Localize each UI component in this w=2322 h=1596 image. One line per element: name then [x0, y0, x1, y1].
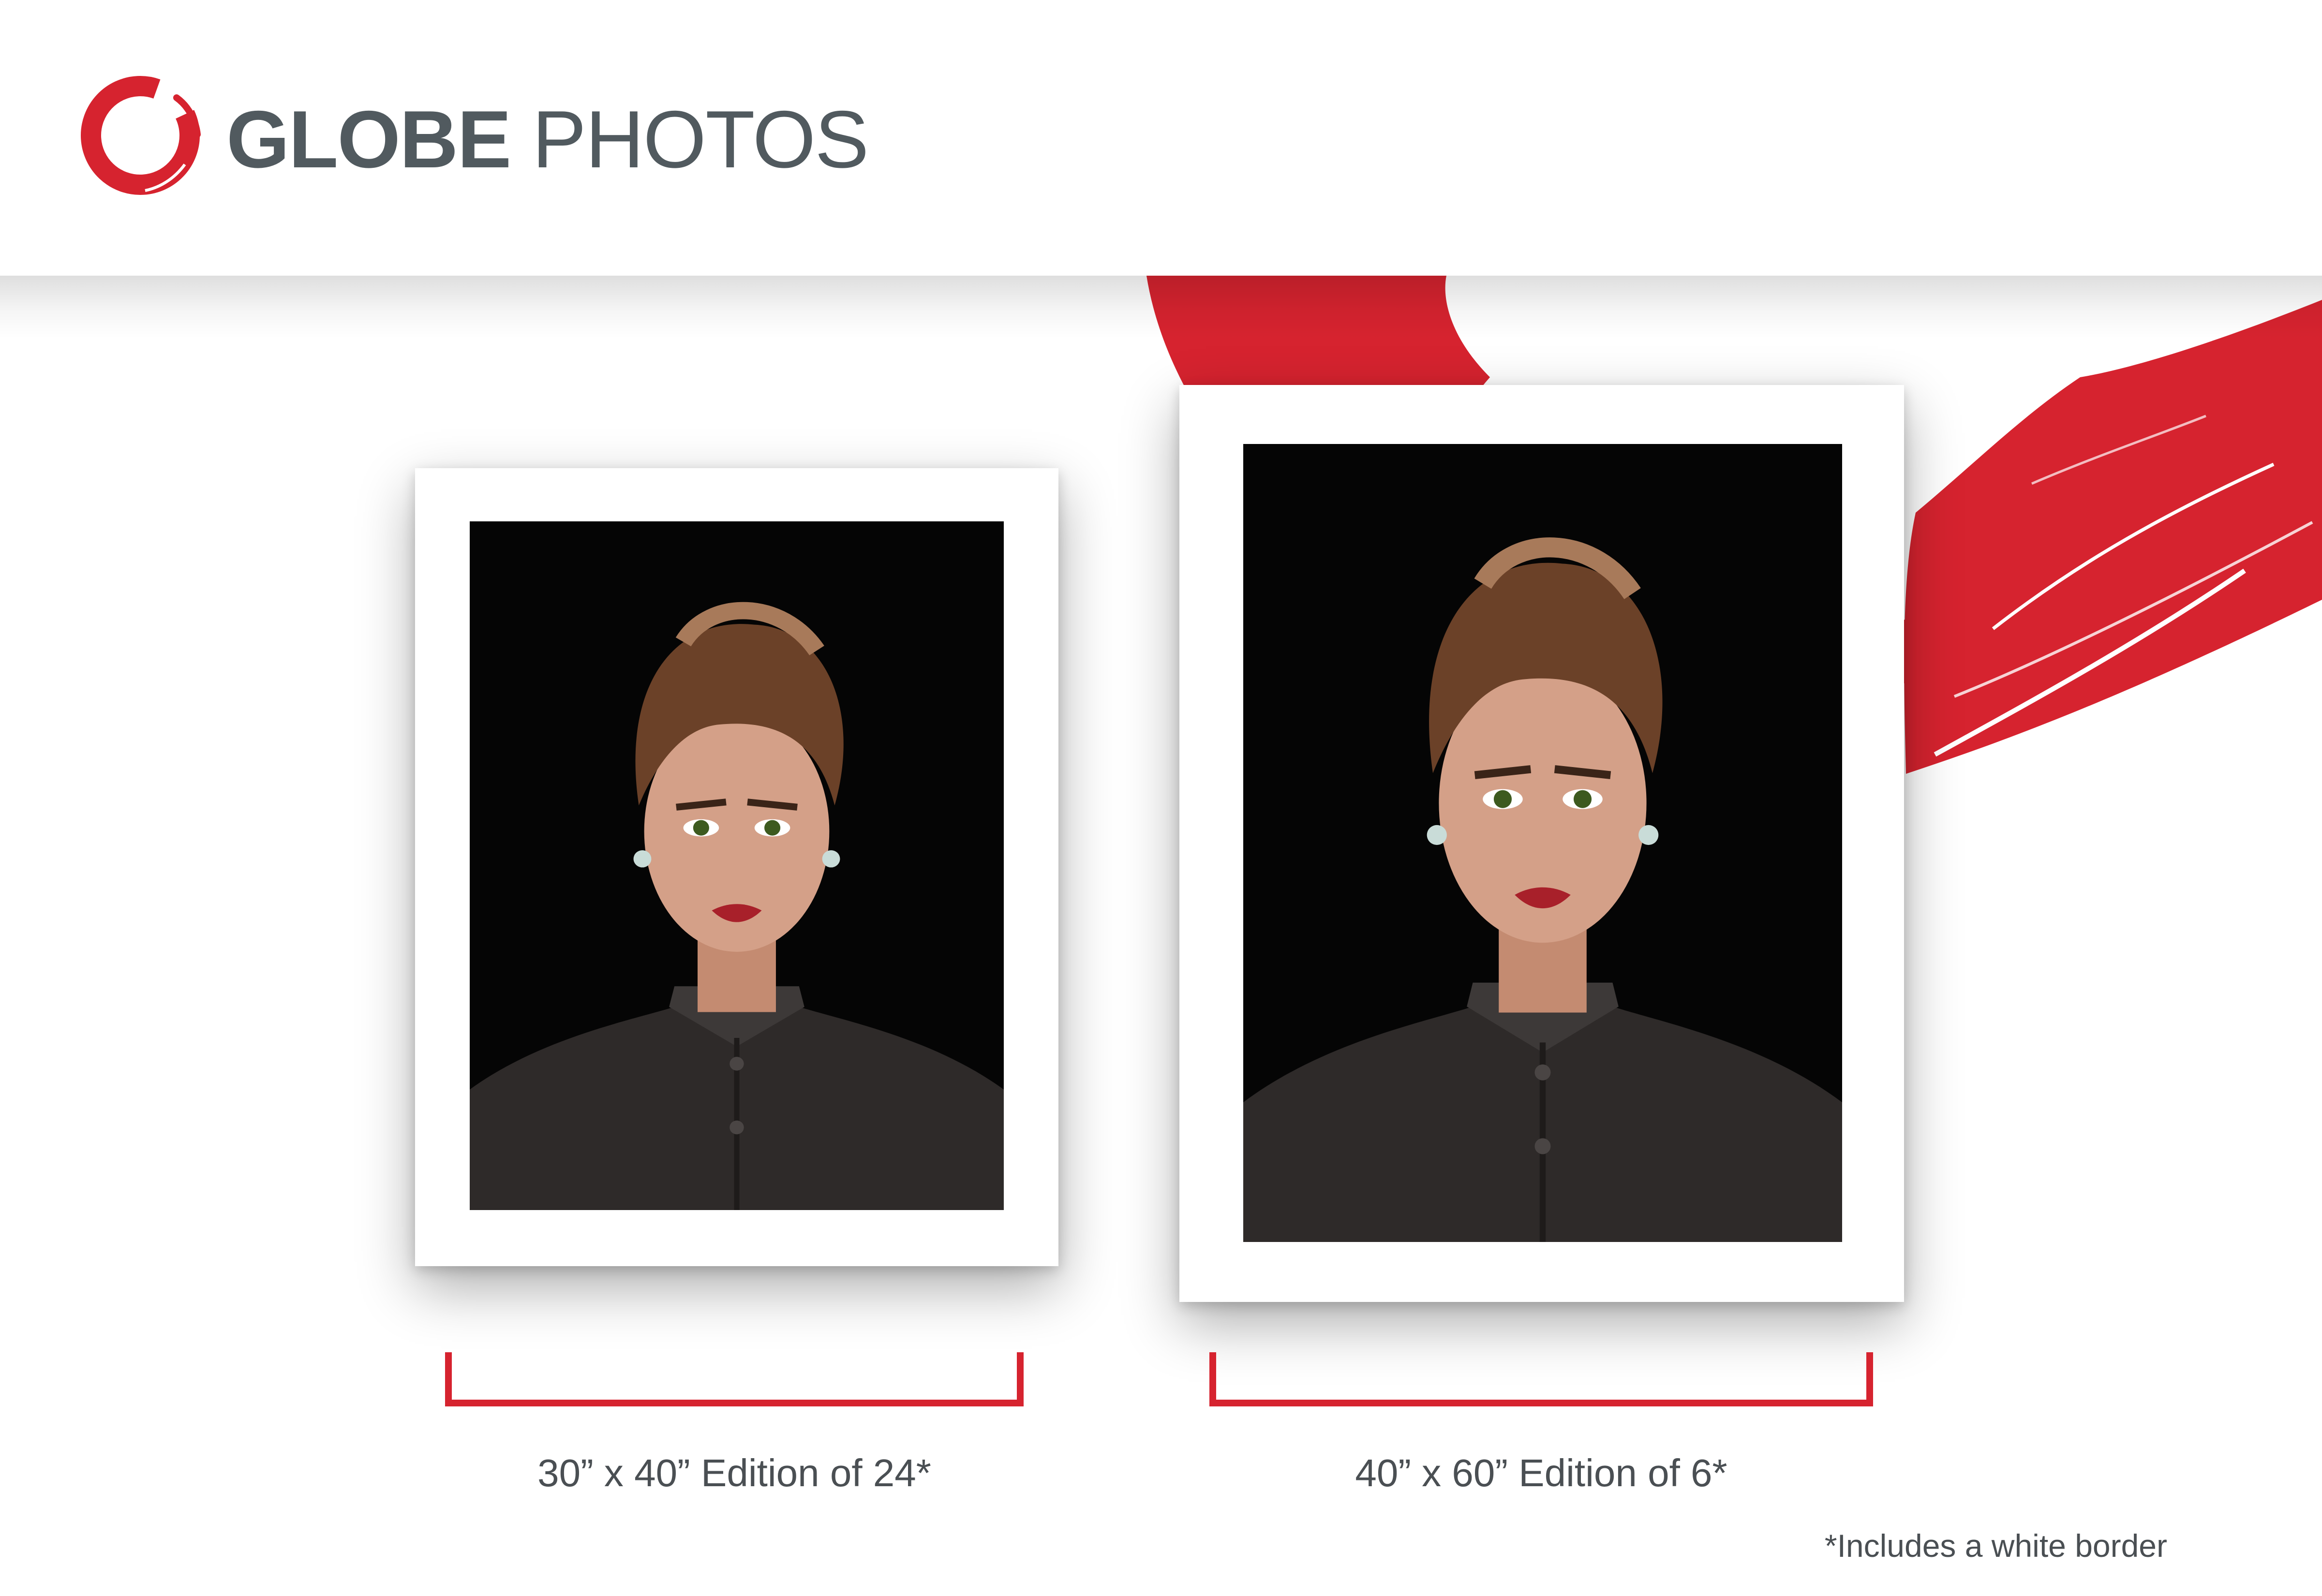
header: GLOBE PHOTOS	[0, 0, 2322, 276]
brand-name-bold: GLOBE	[226, 94, 511, 185]
globe-logo-icon	[81, 76, 201, 195]
brand-name: GLOBE PHOTOS	[226, 86, 869, 192]
edition-caption-large: 40” x 60” Edition of 6*	[1355, 1451, 1727, 1494]
brand-name-light: PHOTOS	[532, 94, 869, 185]
edition-caption-small: 30” x 40” Edition of 24*	[537, 1451, 931, 1494]
portrait-photo-small	[470, 521, 1004, 1210]
size-bracket-large	[1209, 1352, 1873, 1406]
border-footnote: *Includes a white border	[1824, 1528, 2167, 1564]
size-bracket-small	[445, 1352, 1024, 1406]
print-frame-large	[1179, 385, 1904, 1302]
portrait-photo-large	[1243, 444, 1842, 1242]
print-frame-small	[415, 468, 1058, 1266]
header-shadow	[0, 276, 2322, 339]
